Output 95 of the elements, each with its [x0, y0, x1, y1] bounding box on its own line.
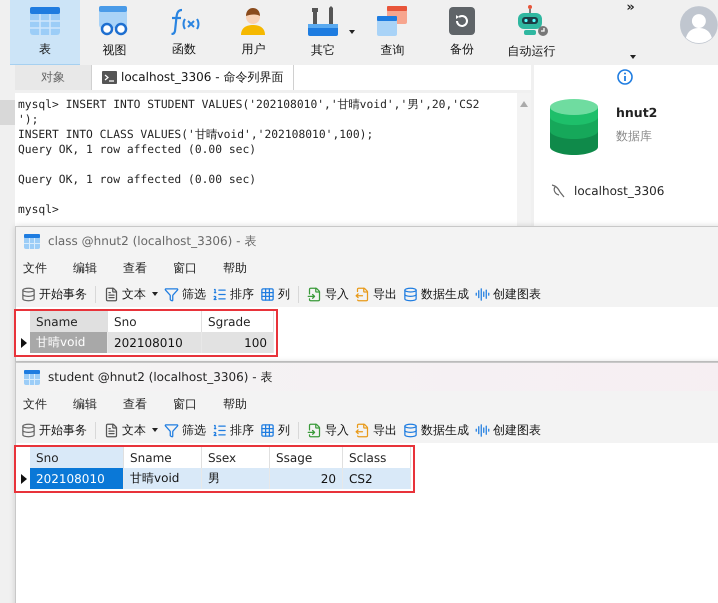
toolbar-button[interactable]: 自动运行: [496, 0, 566, 65]
connection-name: localhost_3306: [574, 184, 664, 198]
toolbar-button[interactable]: 备份: [427, 0, 497, 65]
toolbar-button[interactable]: 创建图表: [475, 286, 541, 302]
toolbar-button[interactable]: 表: [10, 0, 80, 65]
toolbar-button[interactable]: 筛选: [164, 422, 206, 438]
console-line: mysql> INSERT INTO STUDENT VALUES('202108010','甘晴void','男',20,'CS2: [18, 97, 480, 112]
connection-icon: [550, 183, 566, 199]
backup-icon: [449, 7, 476, 35]
chart-icon: [475, 422, 490, 438]
filter-icon: [164, 422, 179, 438]
filter-icon: [164, 286, 179, 302]
table-icon: [30, 6, 60, 34]
info-icon[interactable]: [617, 69, 633, 85]
table-icon: [24, 370, 40, 384]
document-icon: [104, 286, 119, 302]
document-icon: [104, 422, 119, 438]
sort-icon: [212, 422, 227, 438]
user-icon: [239, 7, 268, 35]
caret-icon: [630, 55, 636, 59]
table-cell: 男: [202, 468, 270, 489]
toolbar-button[interactable]: 文本: [104, 286, 158, 302]
database-icon: [550, 99, 598, 155]
caret-icon: [152, 428, 158, 432]
console-line: Query OK, 1 row affected (0.00 sec): [18, 172, 258, 187]
toolbar-button[interactable]: 查询: [358, 0, 428, 65]
window-title: class @hnut2 (localhost_3306) - 表: [48, 232, 256, 250]
data-generate-icon: [403, 286, 418, 302]
toolbar-button[interactable]: 导入: [307, 422, 349, 438]
table-cell: 20: [270, 468, 343, 489]
caret-icon: [152, 292, 158, 296]
columns-grid-icon: [260, 422, 275, 438]
toolbar-button[interactable]: 开始事务: [21, 286, 87, 302]
terminal-icon: [102, 71, 117, 84]
column-header[interactable]: Sname: [30, 311, 108, 332]
console-line: Query OK, 1 row affected (0.00 sec): [18, 142, 258, 157]
data-generate-icon: [403, 422, 418, 438]
toolbar-button[interactable]: 数据生成: [403, 286, 469, 302]
column-header[interactable]: Sno: [30, 447, 124, 468]
menu-item[interactable]: 文件: [23, 260, 73, 276]
export-icon: [355, 286, 370, 302]
toolbar-button[interactable]: 列: [260, 286, 290, 302]
toolbar-button[interactable]: 导出: [355, 286, 397, 302]
toolbar-button[interactable]: 数据生成: [403, 422, 469, 438]
database-icon: [21, 422, 36, 438]
table-cell: 甘晴void: [124, 468, 202, 489]
window-title: student @hnut2 (localhost_3306) - 表: [48, 368, 272, 386]
columns-grid-icon: [260, 286, 275, 302]
import-icon: [307, 422, 322, 438]
console-line: INSERT INTO CLASS VALUES('甘晴void','202108010',100);: [18, 127, 374, 142]
table-cell: 202108010: [30, 468, 124, 489]
tab[interactable]: 对象: [15, 65, 92, 90]
toolbar-button[interactable]: 文本: [104, 422, 158, 438]
table-cell: 202108010: [108, 332, 202, 353]
toolbar-button[interactable]: 函数: [149, 0, 219, 65]
table-cell: CS2: [343, 468, 411, 489]
sort-icon: [212, 286, 227, 302]
toolbar-button[interactable]: 用户: [218, 0, 288, 65]
caret-icon: [348, 30, 355, 34]
scroll-up-icon[interactable]: [520, 101, 528, 107]
menu-item[interactable]: 文件: [23, 396, 73, 412]
table-icon: [24, 234, 40, 248]
toolbar-button[interactable]: 导入: [307, 286, 349, 302]
menu-item[interactable]: 帮助: [223, 396, 273, 412]
table-cell: 100: [202, 332, 274, 353]
tools-icon: [308, 6, 338, 36]
export-icon: [355, 422, 370, 438]
menu-item[interactable]: 查看: [123, 396, 173, 412]
menu-item[interactable]: 查看: [123, 260, 173, 276]
panel-edge: [0, 100, 15, 125]
chart-icon: [475, 286, 490, 302]
toolbar-button[interactable]: 列: [260, 422, 290, 438]
console-line: ');: [18, 112, 40, 127]
toolbar-button[interactable]: 开始事务: [21, 422, 87, 438]
database-type: 数据库: [616, 128, 653, 145]
toolbar-button[interactable]: 导出: [355, 422, 397, 438]
avatar-icon[interactable]: [680, 6, 718, 44]
query-tables-icon: [376, 6, 408, 36]
toolbar-button[interactable]: 排序: [212, 422, 254, 438]
toolbar-button[interactable]: 其它: [288, 0, 358, 65]
more-button[interactable]: »: [626, 0, 635, 15]
toolbar-button[interactable]: 创建图表: [475, 422, 541, 438]
menu-item[interactable]: 窗口: [173, 396, 223, 412]
table-cell: 甘晴void: [30, 332, 108, 353]
menu-item[interactable]: 窗口: [173, 260, 223, 276]
database-name: hnut2: [616, 105, 658, 120]
menu-item[interactable]: 编辑: [73, 260, 123, 276]
toolbar-button[interactable]: 排序: [212, 286, 254, 302]
console-line: mysql>: [18, 202, 60, 217]
menu-item[interactable]: 编辑: [73, 396, 123, 412]
toolbar-button[interactable]: 视图: [80, 0, 150, 65]
import-icon: [307, 286, 322, 302]
menu-item[interactable]: 帮助: [223, 260, 273, 276]
database-icon: [21, 286, 36, 302]
toolbar-button[interactable]: 筛选: [164, 286, 206, 302]
